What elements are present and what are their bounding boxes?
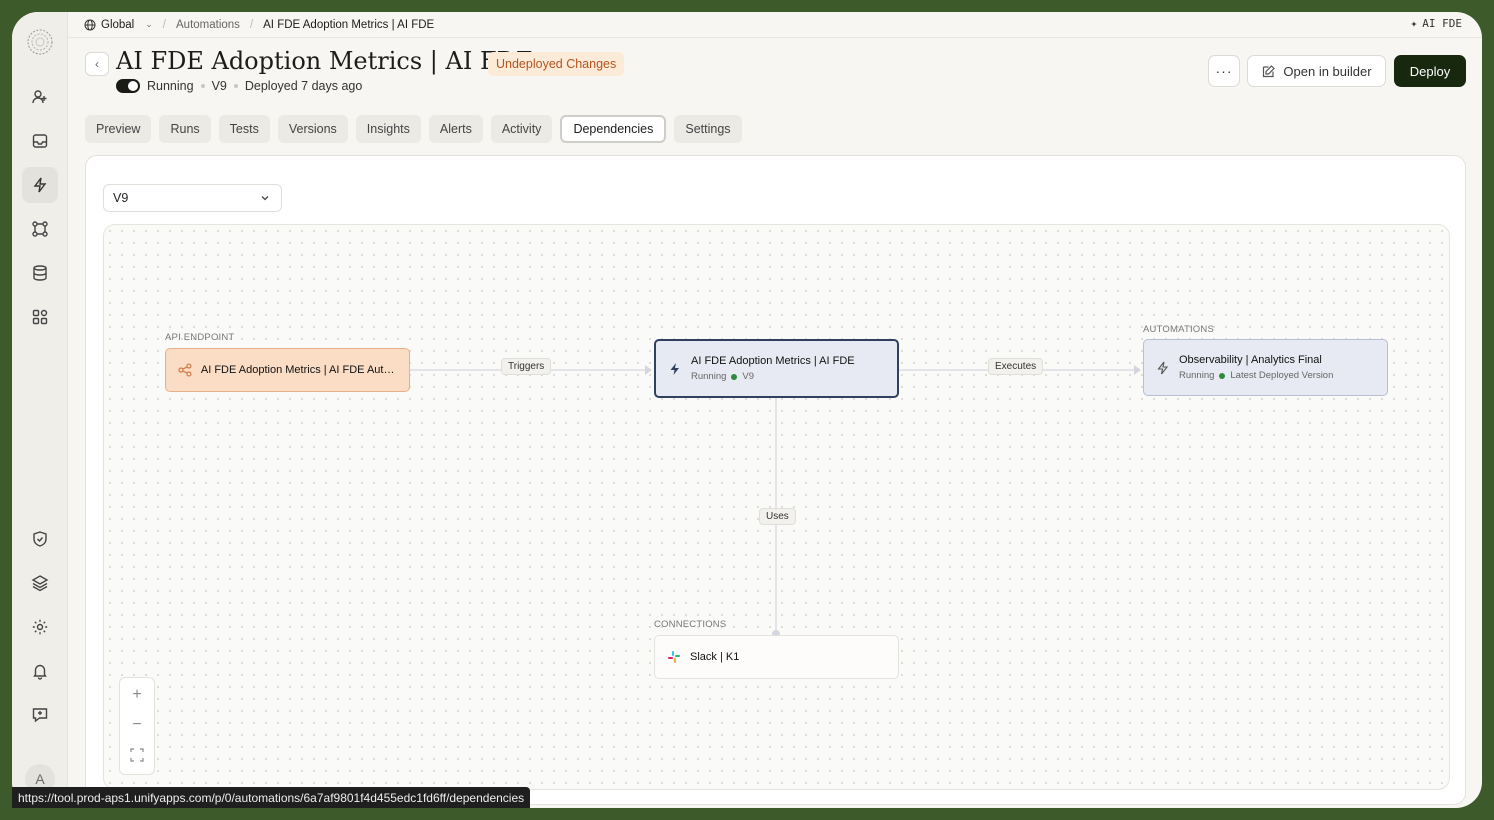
edge-label-executes: Executes — [988, 358, 1044, 375]
bolt-icon[interactable] — [22, 167, 58, 203]
inbox-icon[interactable] — [22, 123, 58, 159]
observability-node-content: Observability | Analytics Final Running … — [1179, 354, 1333, 381]
chevron-down-icon — [261, 196, 269, 201]
edge-label-triggers: Triggers — [501, 358, 552, 375]
tab-versions[interactable]: Versions — [277, 115, 348, 143]
breadcrumb-separator: / — [249, 18, 254, 31]
version-text: V9 — [742, 371, 755, 382]
shield-icon[interactable] — [22, 521, 58, 557]
version-select-value: V9 — [113, 191, 129, 205]
bolt-outline-icon — [1157, 361, 1169, 374]
bolt-icon — [670, 362, 679, 375]
running-toggle[interactable] — [116, 79, 140, 93]
edge-label-uses: Uses — [759, 508, 796, 525]
database-icon[interactable] — [22, 255, 58, 291]
open-in-builder-button[interactable]: Open in builder — [1247, 55, 1386, 87]
version-text: V9 — [211, 79, 227, 93]
current-automation-node-title: AI FDE Adoption Metrics | AI FDE — [691, 355, 855, 367]
slack-icon — [668, 651, 680, 663]
version-select[interactable]: V9 — [103, 184, 282, 212]
connections-group-label: CONNECTIONS — [654, 619, 727, 630]
api-endpoint-group-label: API ENDPOINT — [165, 332, 235, 343]
tab-alerts[interactable]: Alerts — [428, 115, 483, 143]
dependency-graph-canvas[interactable]: API ENDPOINT AI FDE Adoption Metrics | A… — [103, 224, 1450, 790]
back-button[interactable]: ‹ — [85, 52, 109, 76]
chevron-left-icon: ‹ — [95, 57, 99, 71]
open-in-builder-label: Open in builder — [1283, 63, 1372, 79]
slack-connection-node[interactable]: Slack | K1 — [654, 635, 899, 679]
workspace-label: Global — [101, 18, 135, 31]
observability-automation-node[interactable]: Observability | Analytics Final Running … — [1143, 339, 1388, 396]
current-automation-node[interactable]: AI FDE Adoption Metrics | AI FDE Running… — [654, 339, 899, 398]
feedback-icon[interactable] — [22, 697, 58, 733]
tab-preview[interactable]: Preview — [85, 115, 152, 143]
sparkle-icon: ✦ — [1410, 17, 1418, 30]
deployed-text: Deployed 7 days ago — [244, 79, 363, 93]
status-url-tooltip: https://tool.prod-aps1.unifyapps.com/p/0… — [12, 787, 531, 808]
zoom-out-button[interactable]: − — [120, 710, 154, 740]
dependencies-panel: V9 API ENDPOINT AI FDE Adoption Metrics … — [85, 155, 1466, 805]
breadcrumb-separator: / — [162, 18, 166, 31]
zoom-in-button[interactable]: + — [120, 680, 154, 710]
layers-icon[interactable] — [22, 565, 58, 601]
undeployed-changes-badge: Undeployed Changes — [488, 52, 625, 76]
workflow-icon[interactable] — [22, 211, 58, 247]
workspace-selector[interactable]: Global ⌄ — [84, 19, 153, 31]
api-endpoint-node-title: AI FDE Adoption Metrics | AI FDE Auto... — [200, 364, 397, 376]
logo-icon[interactable] — [26, 28, 54, 56]
current-automation-node-content: AI FDE Adoption Metrics | AI FDE Running… — [691, 355, 855, 382]
tab-insights[interactable]: Insights — [355, 115, 421, 143]
minus-icon: − — [132, 716, 142, 733]
running-dot — [731, 373, 738, 380]
chevron-down-icon: ⌄ — [145, 19, 153, 29]
share-icon — [178, 363, 192, 377]
edge-triggers-arrow — [645, 365, 652, 375]
globe-icon — [84, 19, 96, 30]
gear-icon[interactable] — [22, 609, 58, 645]
observability-node-title: Observability | Analytics Final — [1179, 354, 1322, 366]
zoom-controls: + − — [119, 677, 155, 775]
observability-node-status: Running Latest Deployed Version — [1179, 370, 1333, 381]
tab-settings[interactable]: Settings — [674, 115, 742, 143]
page-title: AI FDE Adoption Metrics | AI FDE — [116, 47, 534, 75]
tab-tests[interactable]: Tests — [218, 115, 270, 143]
more-options-button[interactable]: ··· — [1208, 55, 1240, 87]
separator-dot — [200, 84, 205, 88]
deploy-button[interactable]: Deploy — [1394, 55, 1466, 87]
breadcrumb-automations-link[interactable]: Automations — [176, 19, 240, 31]
status-line: Running V9 Deployed 7 days ago — [116, 79, 362, 93]
fit-view-button[interactable] — [120, 740, 154, 770]
bell-icon[interactable] — [22, 653, 58, 689]
slack-node-title: Slack | K1 — [690, 651, 740, 663]
breadcrumb-current: AI FDE Adoption Metrics | AI FDE — [263, 18, 435, 31]
api-endpoint-node[interactable]: AI FDE Adoption Metrics | AI FDE Auto... — [165, 348, 410, 392]
sidebar: A — [12, 12, 68, 808]
automations-group-label: AUTOMATIONS — [1143, 324, 1214, 335]
apps-icon[interactable] — [22, 299, 58, 335]
edit-icon — [1263, 64, 1276, 77]
tab-activity[interactable]: Activity — [490, 115, 553, 143]
running-dot — [1219, 372, 1226, 379]
fit-view-icon — [130, 748, 144, 762]
status-text: Running — [691, 371, 727, 382]
status-text: Running — [147, 79, 194, 93]
edge-executes-arrow — [1134, 365, 1141, 375]
ai-fde-button[interactable]: ✦ AI FDE — [1411, 17, 1462, 30]
tab-runs[interactable]: Runs — [159, 115, 211, 143]
users-icon[interactable] — [22, 79, 58, 115]
tab-bar: Preview Runs Tests Versions Insights Ale… — [85, 115, 742, 143]
more-icon: ··· — [1215, 63, 1233, 79]
status-text: Running — [1179, 370, 1215, 381]
tab-dependencies[interactable]: Dependencies — [560, 115, 667, 143]
plus-icon: + — [132, 686, 142, 703]
app-window: A Global ⌄ / Automations / AI FDE Adopti… — [12, 12, 1482, 808]
ai-fde-label: AI FDE — [1422, 17, 1462, 30]
current-automation-node-status: Running V9 — [691, 371, 855, 382]
breadcrumb-bar: Global ⌄ / Automations / AI FDE Adoption… — [68, 12, 1482, 38]
version-text: Latest Deployed Version — [1230, 370, 1334, 381]
separator-dot — [233, 84, 238, 88]
